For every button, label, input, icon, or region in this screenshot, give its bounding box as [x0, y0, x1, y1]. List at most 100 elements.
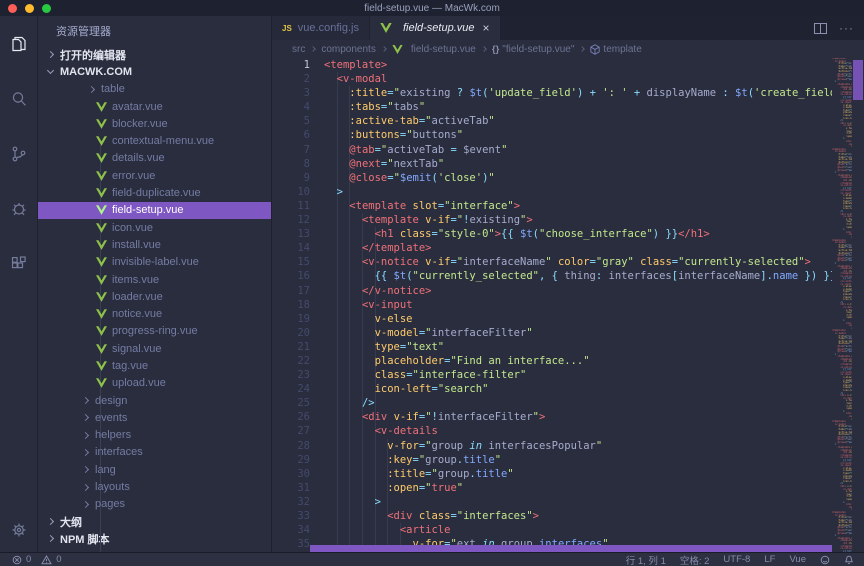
- extensions-icon[interactable]: [0, 236, 38, 291]
- code-line-21[interactable]: 21 type="text": [272, 340, 832, 354]
- breadcrumb-item-src[interactable]: src: [292, 44, 305, 55]
- warning-icon[interactable]: [41, 555, 52, 565]
- zoom-window-button[interactable]: [42, 4, 51, 13]
- code-line-1[interactable]: 1<template>: [272, 58, 832, 72]
- code-line-15[interactable]: 15 <v-notice v-if="interfaceName" color=…: [272, 255, 832, 269]
- bell-icon[interactable]: [844, 555, 854, 565]
- tree-item-items.vue[interactable]: items.vue: [38, 271, 271, 288]
- indentation[interactable]: 空格: 2: [680, 553, 710, 566]
- tree-item-signal.vue[interactable]: signal.vue: [38, 340, 271, 357]
- code-line-33[interactable]: 33 <div class="interfaces">: [272, 509, 832, 523]
- error-count[interactable]: 0: [26, 554, 31, 565]
- tree-item-field-setup.vue[interactable]: field-setup.vue: [38, 202, 271, 219]
- code-line-22[interactable]: 22 placeholder="Find an interface...": [272, 354, 832, 368]
- tree-item-contextual-menu.vue[interactable]: contextual-menu.vue: [38, 132, 271, 149]
- code-line-12[interactable]: 12 <template v-if="!existing">: [272, 213, 832, 227]
- tree-item-loader.vue[interactable]: loader.vue: [38, 288, 271, 305]
- tree-item-invisible-label.vue[interactable]: invisible-label.vue: [38, 254, 271, 271]
- tree-item-upload.vue[interactable]: upload.vue: [38, 375, 271, 392]
- code-line-2[interactable]: 2 <v-modal: [272, 72, 832, 86]
- vertical-scrollbar-thumb[interactable]: [853, 60, 863, 100]
- tree-item-design[interactable]: design: [38, 392, 271, 409]
- sidebar-section-打开的编辑器[interactable]: 打开的编辑器: [38, 46, 271, 63]
- code-line-30[interactable]: 30 :title="group.title": [272, 467, 832, 481]
- status-bar: 0 0 行 1, 列 1 空格: 2 UTF-8 LF Vue: [0, 552, 864, 566]
- split-editor-icon[interactable]: [814, 23, 827, 34]
- code-line-31[interactable]: 31 :open="true": [272, 481, 832, 495]
- code-line-20[interactable]: 20 v-model="interfaceFilter": [272, 326, 832, 340]
- tree-item-avatar.vue[interactable]: avatar.vue: [38, 98, 271, 115]
- tree-item-layouts[interactable]: layouts: [38, 478, 271, 495]
- code-line-13[interactable]: 13 <h1 class="style-0">{{ $t("choose_int…: [272, 227, 832, 241]
- vertical-scrollbar[interactable]: [852, 58, 864, 552]
- code-line-10[interactable]: 10 >: [272, 185, 832, 199]
- breadcrumb-item-template[interactable]: template: [590, 44, 641, 55]
- warning-count[interactable]: 0: [56, 554, 61, 565]
- tree-item-details.vue[interactable]: details.vue: [38, 150, 271, 167]
- cursor-position[interactable]: 行 1, 列 1: [626, 553, 666, 566]
- error-icon[interactable]: [12, 555, 22, 565]
- sidebar-section-MACWK.COM[interactable]: MACWK.COM: [38, 63, 271, 80]
- code-line-11[interactable]: 11 <template slot="interface">: [272, 199, 832, 213]
- tree-item-lang[interactable]: lang: [38, 461, 271, 478]
- language-mode[interactable]: Vue: [789, 554, 806, 565]
- minimap[interactable]: <template> <v-modal :title="existing ? $…: [832, 58, 852, 552]
- sidebar-section-NPM 脚本[interactable]: NPM 脚本: [38, 530, 271, 547]
- code-line-19[interactable]: 19 v-else: [272, 312, 832, 326]
- breadcrumb-item-components[interactable]: components: [321, 44, 375, 55]
- code-editor[interactable]: 1<template>2 <v-modal3 :title="existing …: [272, 58, 864, 552]
- tab-field-setup.vue[interactable]: field-setup.vue×: [370, 16, 500, 40]
- minimize-window-button[interactable]: [25, 4, 34, 13]
- code-line-34[interactable]: 34 <article: [272, 523, 832, 537]
- tree-item-error.vue[interactable]: error.vue: [38, 167, 271, 184]
- tree-item-table[interactable]: table: [38, 81, 271, 98]
- code-line-3[interactable]: 3 :title="existing ? $t('update_field') …: [272, 86, 832, 100]
- code-line-24[interactable]: 24 icon-left="search": [272, 382, 832, 396]
- tree-item-icon.vue[interactable]: icon.vue: [38, 219, 271, 236]
- tree-item-progress-ring.vue[interactable]: progress-ring.vue: [38, 323, 271, 340]
- code-line-27[interactable]: 27 <v-details: [272, 424, 832, 438]
- tree-item-install.vue[interactable]: install.vue: [38, 236, 271, 253]
- horizontal-scrollbar[interactable]: [310, 545, 832, 553]
- code-line-32[interactable]: 32 >: [272, 495, 832, 509]
- code-line-29[interactable]: 29 :key="group.title": [272, 453, 832, 467]
- code-line-8[interactable]: 8 @next="nextTab": [272, 157, 832, 171]
- code-line-5[interactable]: 5 :active-tab="activeTab": [272, 114, 832, 128]
- tree-item-tag.vue[interactable]: tag.vue: [38, 357, 271, 374]
- files-icon[interactable]: [0, 16, 38, 71]
- tree-item-blocker.vue[interactable]: blocker.vue: [38, 115, 271, 132]
- tree-item-helpers[interactable]: helpers: [38, 427, 271, 444]
- tree-item-field-duplicate.vue[interactable]: field-duplicate.vue: [38, 184, 271, 201]
- search-icon[interactable]: [0, 71, 38, 126]
- code-line-14[interactable]: 14 </template>: [272, 241, 832, 255]
- tab-vue.config.js[interactable]: JSvue.config.js: [272, 16, 369, 40]
- code-line-text: :title="existing ? $t('update_field') + …: [310, 86, 832, 100]
- code-line-28[interactable]: 28 v-for="group in interfacesPopular": [272, 439, 832, 453]
- sidebar-section-大纲[interactable]: 大纲: [38, 513, 271, 530]
- code-line-6[interactable]: 6 :buttons="buttons": [272, 128, 832, 142]
- code-line-7[interactable]: 7 @tab="activeTab = $event": [272, 143, 832, 157]
- code-line-18[interactable]: 18 <v-input: [272, 298, 832, 312]
- breadcrumb-item-field-setup.vue[interactable]: field-setup.vue: [392, 44, 476, 55]
- tree-item-events[interactable]: events: [38, 409, 271, 426]
- code-line-4[interactable]: 4 :tabs="tabs": [272, 100, 832, 114]
- code-line-16[interactable]: 16 {{ $t("currently_selected", { thing: …: [272, 269, 832, 283]
- eol-sequence[interactable]: LF: [764, 554, 775, 565]
- code-line-9[interactable]: 9 @close="$emit('close')": [272, 171, 832, 185]
- encoding[interactable]: UTF-8: [723, 554, 750, 565]
- code-line-17[interactable]: 17 </v-notice>: [272, 284, 832, 298]
- tree-item-notice.vue[interactable]: notice.vue: [38, 305, 271, 322]
- code-line-25[interactable]: 25 />: [272, 396, 832, 410]
- debug-icon[interactable]: [0, 181, 38, 236]
- gear-icon[interactable]: [0, 508, 38, 552]
- code-line-23[interactable]: 23 class="interface-filter": [272, 368, 832, 382]
- close-icon[interactable]: ×: [483, 21, 490, 35]
- tree-item-interfaces[interactable]: interfaces: [38, 444, 271, 461]
- close-window-button[interactable]: [8, 4, 17, 13]
- more-actions-icon[interactable]: ···: [839, 21, 854, 35]
- feedback-smiley-icon[interactable]: [820, 555, 830, 565]
- source-control-icon[interactable]: [0, 126, 38, 181]
- tree-item-pages[interactable]: pages: [38, 496, 271, 513]
- code-line-26[interactable]: 26 <div v-if="!interfaceFilter">: [272, 410, 832, 424]
- breadcrumb-item-field-setup.vue[interactable]: {}"field-setup.vue": [492, 44, 575, 55]
